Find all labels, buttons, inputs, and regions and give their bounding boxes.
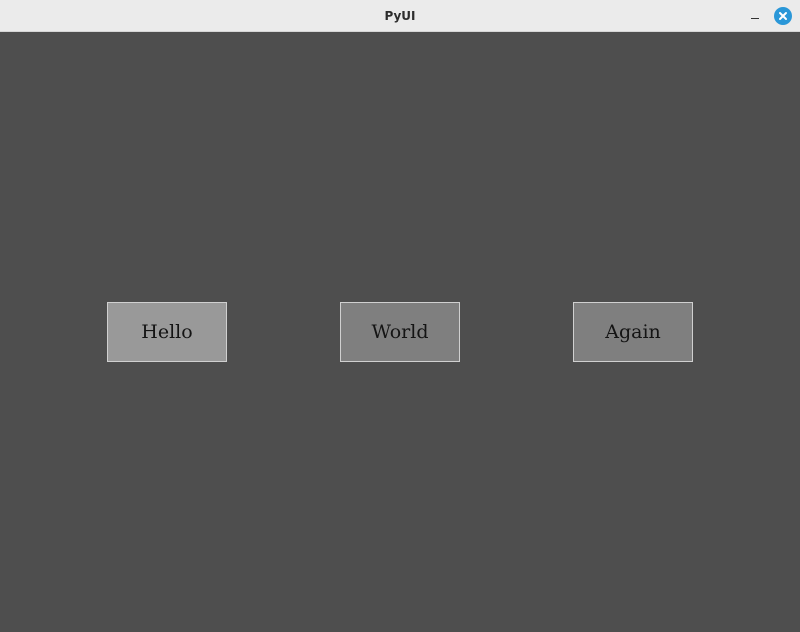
app-window: PyUI Hello World Again [0,0,800,632]
hello-button[interactable]: Hello [107,302,227,362]
minimize-button[interactable] [746,9,764,25]
window-title: PyUI [384,9,416,23]
again-button[interactable]: Again [573,302,693,362]
close-icon [779,12,787,20]
title-bar[interactable]: PyUI [0,0,800,32]
main-content: Hello World Again [0,32,800,632]
world-button[interactable]: World [340,302,460,362]
close-button[interactable] [774,7,792,25]
minimize-icon [751,18,759,19]
